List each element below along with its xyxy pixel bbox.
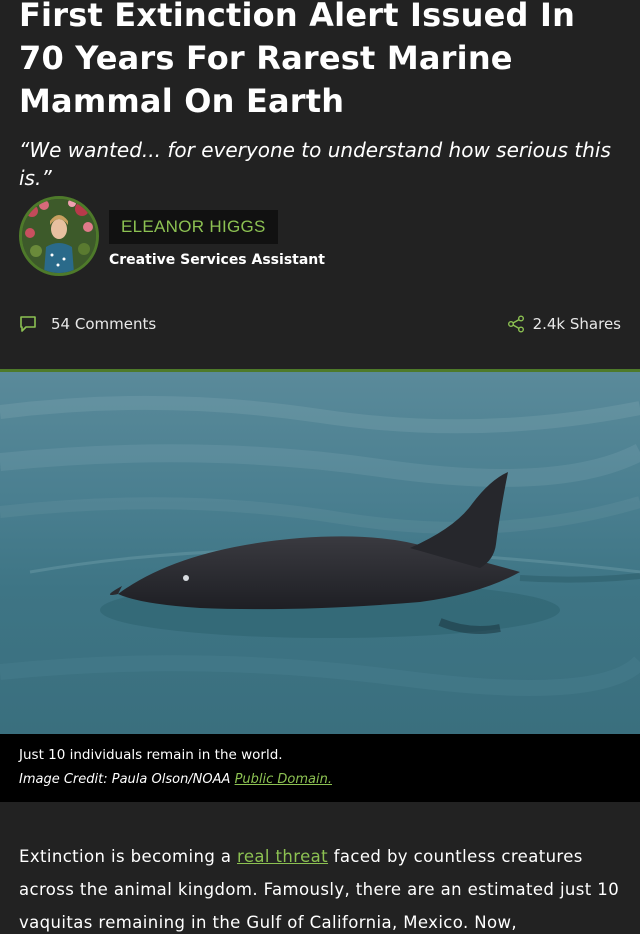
shares-count: 2.4k Shares xyxy=(532,315,621,333)
article-body-paragraph: Extinction is becoming a real threat fac… xyxy=(19,840,629,934)
comment-icon xyxy=(20,316,36,332)
vaquita-photo xyxy=(0,372,640,734)
image-credit: Image Credit: Paula Olson/NOAA Public Do… xyxy=(19,770,332,790)
real-threat-link[interactable]: real threat xyxy=(237,847,328,866)
article-hero-image xyxy=(0,372,640,734)
body-text-start: Extinction is becoming a xyxy=(19,847,238,866)
public-domain-link[interactable]: Public Domain. xyxy=(235,772,332,787)
author-avatar[interactable] xyxy=(19,196,99,276)
article-headline: First Extinction Alert Issued In 70 Year… xyxy=(19,0,576,120)
image-caption: Just 10 individuals remain in the world. xyxy=(19,747,283,763)
comments-link[interactable]: 54 Comments xyxy=(19,312,156,336)
comments-count: 54 Comments xyxy=(51,315,157,333)
author-role: Creative Services Assistant xyxy=(109,252,325,268)
avatar-photo xyxy=(22,199,96,273)
article-subtitle: “We wanted... for everyone to understand… xyxy=(19,138,611,190)
share-icon xyxy=(507,315,524,333)
shares-link[interactable]: 2.4k Shares xyxy=(507,312,621,336)
author-name[interactable]: ELEANOR HIGGS xyxy=(109,210,278,244)
image-credit-text: Image Credit: Paula Olson/NOAA xyxy=(19,772,231,787)
